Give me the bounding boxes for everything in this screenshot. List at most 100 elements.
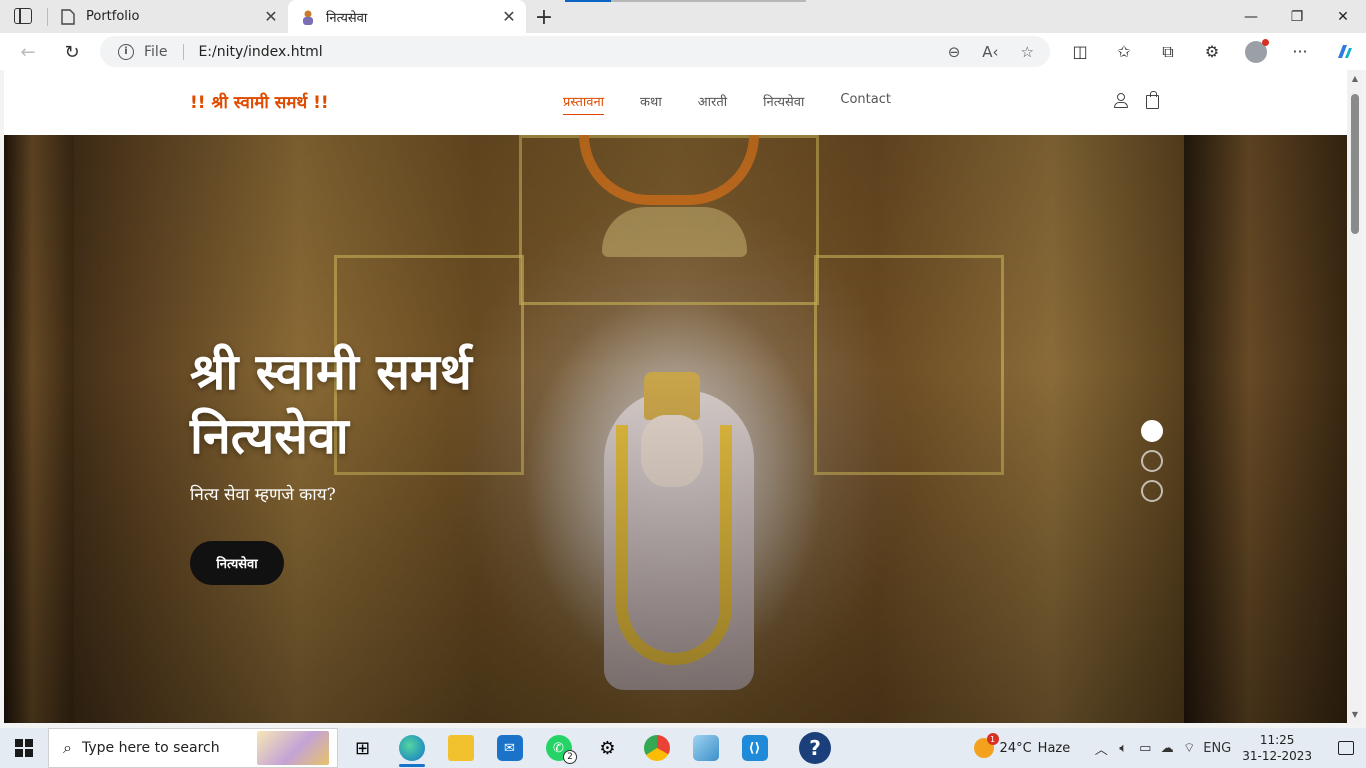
tab-strip-line [611, 0, 806, 2]
site-brand[interactable]: !! श्री स्वामी समर्थ !! [190, 90, 329, 113]
scroll-down-icon[interactable]: ▼ [1350, 710, 1360, 719]
help-icon[interactable]: ? [799, 732, 831, 764]
hero-marigold-garland [579, 135, 759, 205]
tab-label: Portfolio [86, 9, 140, 24]
hero-pillar-right [1184, 135, 1347, 723]
whatsapp-icon[interactable]: ✆ 2 [534, 728, 583, 768]
profile-avatar[interactable] [1234, 33, 1278, 70]
notepad-icon[interactable] [681, 728, 730, 768]
search-placeholder: Type here to search [81, 740, 220, 756]
search-icon: ⌕ [63, 738, 72, 757]
battery-icon[interactable]: ▭ [1134, 741, 1156, 756]
new-tab-icon[interactable]: + [531, 4, 557, 30]
file-explorer-icon[interactable] [436, 728, 485, 768]
page-viewport: !! श्री स्वामी समर्थ !! प्रस्तावना कथा आ… [4, 70, 1347, 723]
scheme-label: File [144, 43, 168, 60]
nav-link-katha[interactable]: कथा [640, 92, 662, 115]
chevron-up-icon[interactable]: ︿ [1090, 739, 1112, 758]
nav-link-prastavana[interactable]: प्रस्तावना [563, 92, 605, 115]
language-indicator[interactable]: ENG [1200, 741, 1234, 756]
hero-panel-right [814, 255, 1004, 475]
clock-date: 31-12-2023 [1242, 749, 1312, 763]
address-actions: ⊖ A‹ ☆ [948, 43, 1034, 61]
refresh-icon[interactable]: ↻ [58, 38, 86, 66]
search-highlight-image [257, 731, 329, 765]
sidebar-toggle-icon[interactable] [14, 8, 32, 24]
back-icon[interactable]: ← [14, 38, 42, 66]
carousel-indicators [1141, 420, 1163, 502]
start-button[interactable] [0, 728, 48, 768]
speaker-icon[interactable]: 🔈︎ [1112, 741, 1134, 756]
hero-title: श्री स्वामी समर्थ नित्यसेवा [190, 340, 472, 468]
system-tray: 1 24°C Haze ︿ 🔈︎ ▭ ☁ ⌔ ENG 11:25 31-12-2… [973, 728, 1366, 768]
url-text[interactable]: E:/nity/index.html [198, 44, 947, 60]
carousel-dot-1[interactable] [1141, 420, 1163, 442]
cloud-icon[interactable]: ☁ [1156, 741, 1178, 756]
restore-icon[interactable]: ❐ [1274, 0, 1320, 33]
more-menu-icon[interactable]: ··· [1278, 33, 1322, 70]
vscode-icon[interactable]: ⟨⟩ [730, 728, 779, 768]
hero-section: श्री स्वामी समर्थ नित्यसेवा नित्य सेवा म… [4, 135, 1347, 723]
carousel-dot-2[interactable] [1141, 450, 1163, 472]
weather-temp: 24°C [999, 740, 1032, 756]
scrollbar-thumb[interactable] [1351, 94, 1359, 234]
deity-favicon-icon [300, 9, 316, 25]
address-bar[interactable]: i File E:/nity/index.html ⊖ A‹ ☆ [100, 36, 1050, 67]
split-screen-icon[interactable]: ◫ [1058, 33, 1102, 70]
tab-label: नित्यसेवा [326, 10, 368, 26]
tab-nityaseva[interactable]: नित्यसेवा ✕ [288, 0, 526, 33]
info-icon[interactable]: i [118, 43, 134, 60]
settings-icon[interactable]: ⚙ [583, 728, 632, 768]
hero-content: श्री स्वामी समर्थ नित्यसेवा नित्य सेवा म… [190, 340, 472, 585]
user-icon[interactable] [1114, 93, 1128, 109]
copilot-icon[interactable] [1322, 33, 1366, 70]
weather-sun-icon: 1 [973, 733, 999, 758]
favorite-star-icon[interactable]: ☆ [1021, 43, 1034, 61]
close-tab-icon[interactable]: ✕ [498, 6, 520, 28]
shopping-bag-icon[interactable] [1146, 91, 1159, 109]
wifi-icon[interactable]: ⌔ [1178, 740, 1200, 756]
close-window-icon[interactable]: ✕ [1320, 0, 1366, 33]
notification-icon[interactable] [1326, 728, 1366, 768]
hero-title-line2: नित्यसेवा [190, 406, 349, 465]
site-nav: प्रस्तावना कथा आरती नित्यसेवा Contact [563, 92, 927, 115]
browser-toolbar: ← ↻ i File E:/nity/index.html ⊖ A‹ ☆ ◫ ✩… [0, 33, 1366, 70]
tab-portfolio[interactable]: Portfolio ✕ [48, 0, 288, 33]
task-view-icon[interactable]: ⊞ [338, 728, 387, 768]
close-tab-icon[interactable]: ✕ [260, 6, 282, 28]
carousel-dot-3[interactable] [1141, 480, 1163, 502]
favorites-icon[interactable]: ✩ [1102, 33, 1146, 70]
edge-icon[interactable] [387, 728, 436, 768]
windows-logo-icon [15, 739, 33, 757]
minimize-icon[interactable]: — [1228, 0, 1274, 33]
clock[interactable]: 11:25 31-12-2023 [1242, 732, 1312, 764]
hero-frame [519, 135, 819, 305]
loading-indicator [565, 0, 611, 2]
hero-cta-button[interactable]: नित्यसेवा [190, 541, 284, 585]
windows-taskbar: ⌕ Type here to search ⊞ ✉ ✆ 2 ⚙ ⟨⟩ ? 1 2… [0, 728, 1366, 768]
hero-title-line1: श्री स्वामी समर्थ [190, 342, 472, 401]
address-divider [183, 43, 185, 60]
hero-flower-garland [616, 425, 732, 665]
page-scrollbar[interactable]: ▲ ▼ [1348, 70, 1362, 723]
weather-widget[interactable]: 1 24°C Haze [973, 733, 1070, 758]
hero-canopy [602, 207, 747, 257]
nav-link-aarti[interactable]: आरती [698, 92, 727, 115]
hero-idol-face [641, 415, 703, 487]
collections-icon[interactable]: ⧉ [1146, 33, 1190, 70]
hero-crown [644, 372, 700, 420]
chrome-icon[interactable] [632, 728, 681, 768]
read-aloud-icon[interactable]: A‹ [982, 43, 998, 61]
mail-icon[interactable]: ✉ [485, 728, 534, 768]
toolbar-right: ◫ ✩ ⧉ ⚙ ··· [1058, 33, 1366, 70]
document-icon [60, 8, 76, 25]
nav-link-contact[interactable]: Contact [840, 92, 891, 115]
extensions-icon[interactable]: ⚙ [1190, 33, 1234, 70]
tab-strip: Portfolio ✕ नित्यसेवा ✕ + — ❐ ✕ [0, 0, 1366, 33]
hero-subtitle: नित्य सेवा म्हणजे काय? [190, 485, 336, 505]
nav-link-nityaseva[interactable]: नित्यसेवा [763, 92, 804, 115]
zoom-icon[interactable]: ⊖ [948, 43, 961, 61]
taskbar-search[interactable]: ⌕ Type here to search [48, 728, 338, 768]
scroll-up-icon[interactable]: ▲ [1350, 74, 1360, 83]
whatsapp-badge: 2 [563, 750, 577, 764]
